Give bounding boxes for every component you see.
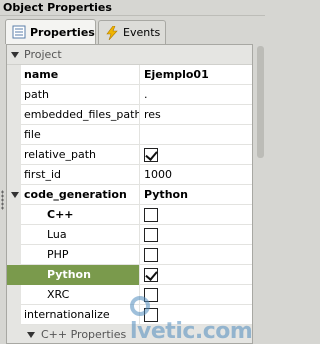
property-row-internationalize[interactable]: internationalize xyxy=(7,305,252,325)
property-row-php[interactable]: PHP xyxy=(7,245,252,265)
property-value-file[interactable] xyxy=(140,125,252,145)
section-header-cpp-properties[interactable]: C++ Properties xyxy=(7,325,252,343)
tab-events-label: Events xyxy=(123,26,161,39)
property-row-relative-path[interactable]: relative_path xyxy=(7,145,252,165)
cpp-checkbox[interactable] xyxy=(144,208,158,222)
property-value-path[interactable]: . xyxy=(140,85,252,105)
collapse-arrow-icon[interactable] xyxy=(11,52,19,58)
panel-title-text: Object Properties xyxy=(3,1,112,14)
property-row-name[interactable]: name Ejemplo01 xyxy=(7,65,252,85)
property-label: file xyxy=(7,125,140,145)
properties-icon xyxy=(12,25,26,39)
property-row-file[interactable]: file xyxy=(7,125,252,145)
property-row-python[interactable]: Python xyxy=(7,265,252,285)
property-label: relative_path xyxy=(7,145,140,165)
section-header-project[interactable]: Project xyxy=(7,45,252,65)
property-row-cpp[interactable]: C++ xyxy=(7,205,252,225)
property-label: PHP xyxy=(7,245,140,265)
property-label: Lua xyxy=(7,225,140,245)
section-label-cpp-properties: C++ Properties xyxy=(41,328,127,341)
tab-bar: Properties Events xyxy=(0,16,265,44)
tab-properties-label: Properties xyxy=(30,25,95,39)
property-value-code-generation[interactable]: Python xyxy=(140,185,252,205)
vertical-scrollbar[interactable] xyxy=(256,44,265,344)
property-label: path xyxy=(7,85,140,105)
property-label: C++ xyxy=(7,205,140,225)
property-label: XRC xyxy=(7,285,140,305)
internationalize-checkbox[interactable] xyxy=(144,308,158,322)
xrc-checkbox[interactable] xyxy=(144,288,158,302)
resize-handle[interactable] xyxy=(1,190,4,210)
property-label: code_generation xyxy=(24,188,127,201)
expand-arrow-icon[interactable] xyxy=(11,192,19,198)
property-label: internationalize xyxy=(7,305,140,325)
property-row-path[interactable]: path . xyxy=(7,85,252,105)
property-value-first-id[interactable]: 1000 xyxy=(140,165,252,185)
relative-path-checkbox[interactable] xyxy=(144,148,158,162)
property-label: first_id xyxy=(7,165,140,185)
property-value-embedded-files-path[interactable]: res xyxy=(140,105,252,125)
property-row-code-generation[interactable]: code_generation Python xyxy=(7,185,252,205)
collapse-arrow-icon[interactable] xyxy=(27,332,35,338)
lightning-icon xyxy=(105,25,119,40)
lua-checkbox[interactable] xyxy=(144,228,158,242)
property-label: Python xyxy=(7,265,140,285)
python-checkbox[interactable] xyxy=(144,268,158,282)
property-row-first-id[interactable]: first_id 1000 xyxy=(7,165,252,185)
panel-title: Object Properties xyxy=(0,0,265,16)
tab-properties[interactable]: Properties xyxy=(5,19,96,44)
property-row-lua[interactable]: Lua xyxy=(7,225,252,245)
php-checkbox[interactable] xyxy=(144,248,158,262)
property-row-xrc[interactable]: XRC xyxy=(7,285,252,305)
property-grid: Project name Ejemplo01 path . embedded_f… xyxy=(6,44,253,344)
scrollbar-thumb[interactable] xyxy=(257,46,264,158)
property-value-name[interactable]: Ejemplo01 xyxy=(140,65,252,85)
section-label-project: Project xyxy=(24,48,62,61)
tab-events[interactable]: Events xyxy=(98,20,166,44)
property-label: embedded_files_path xyxy=(7,105,140,125)
property-label: name xyxy=(7,65,140,85)
property-row-embedded-files-path[interactable]: embedded_files_path res xyxy=(7,105,252,125)
